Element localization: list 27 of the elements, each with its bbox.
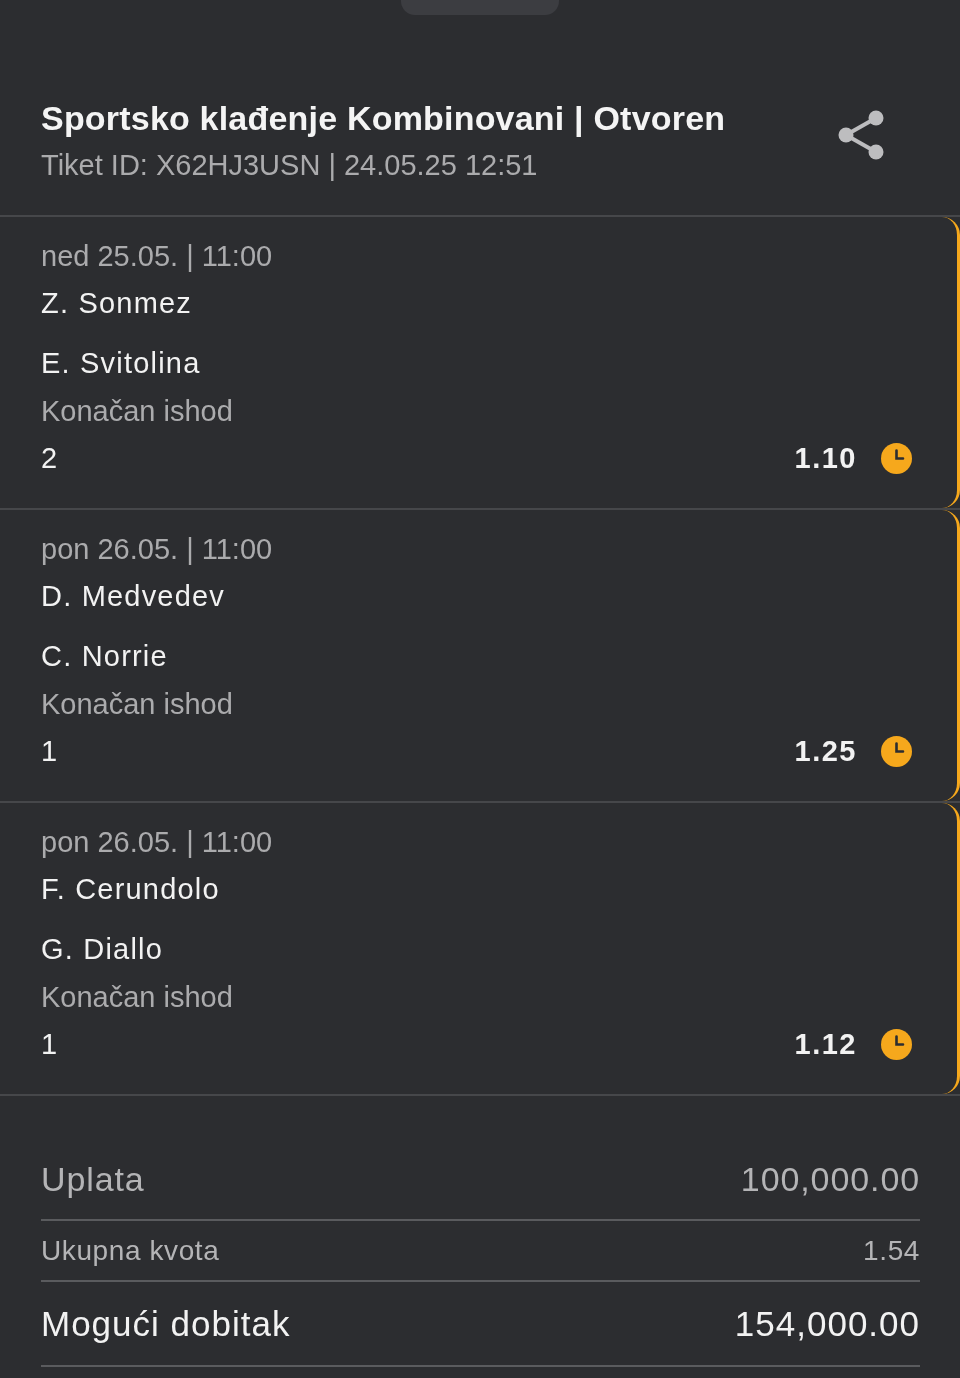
event-date-time: ned 25.05. | 11:00 — [41, 239, 274, 274]
summary-value: 154,000.00 — [734, 1303, 920, 1345]
player-name: C. Norrie — [41, 639, 169, 674]
player-name: E. Svitolina — [41, 346, 202, 381]
share-icon[interactable] — [838, 110, 884, 160]
event-date-time: pon 26.05. | 11:00 — [41, 825, 274, 860]
market-label: Konačan ishod — [41, 980, 234, 1015]
player-name: D. Medvedev — [41, 579, 227, 614]
ticket-id-date: Tiket ID: X62HJ3USN | 24.05.25 12:51 — [41, 148, 539, 183]
odds-value: 1.12 — [794, 1027, 857, 1062]
odds-value: 1.25 — [794, 734, 857, 769]
pick-value: 1 — [41, 1027, 58, 1062]
market-label: Konačan ishod — [41, 394, 234, 429]
player-name: F. Cerundolo — [41, 872, 221, 907]
summary-label: Uplata — [41, 1159, 145, 1200]
summary-value: 1.54 — [863, 1234, 920, 1268]
summary-label: Mogući dobitak — [41, 1303, 291, 1345]
summary-value: 100,000.00 — [740, 1159, 920, 1200]
ticket-title: Sportsko klađenje Kombinovani | Otvoren — [41, 98, 726, 138]
pick-value: 1 — [41, 734, 58, 769]
player-name: G. Diallo — [41, 932, 164, 967]
player-name: Z. Sonmez — [41, 286, 193, 321]
market-label: Konačan ishod — [41, 687, 234, 722]
event-date-time: pon 26.05. | 11:00 — [41, 532, 274, 567]
pick-value: 2 — [41, 441, 58, 476]
summary-label: Ukupna kvota — [41, 1234, 220, 1268]
odds-value: 1.10 — [794, 441, 857, 476]
